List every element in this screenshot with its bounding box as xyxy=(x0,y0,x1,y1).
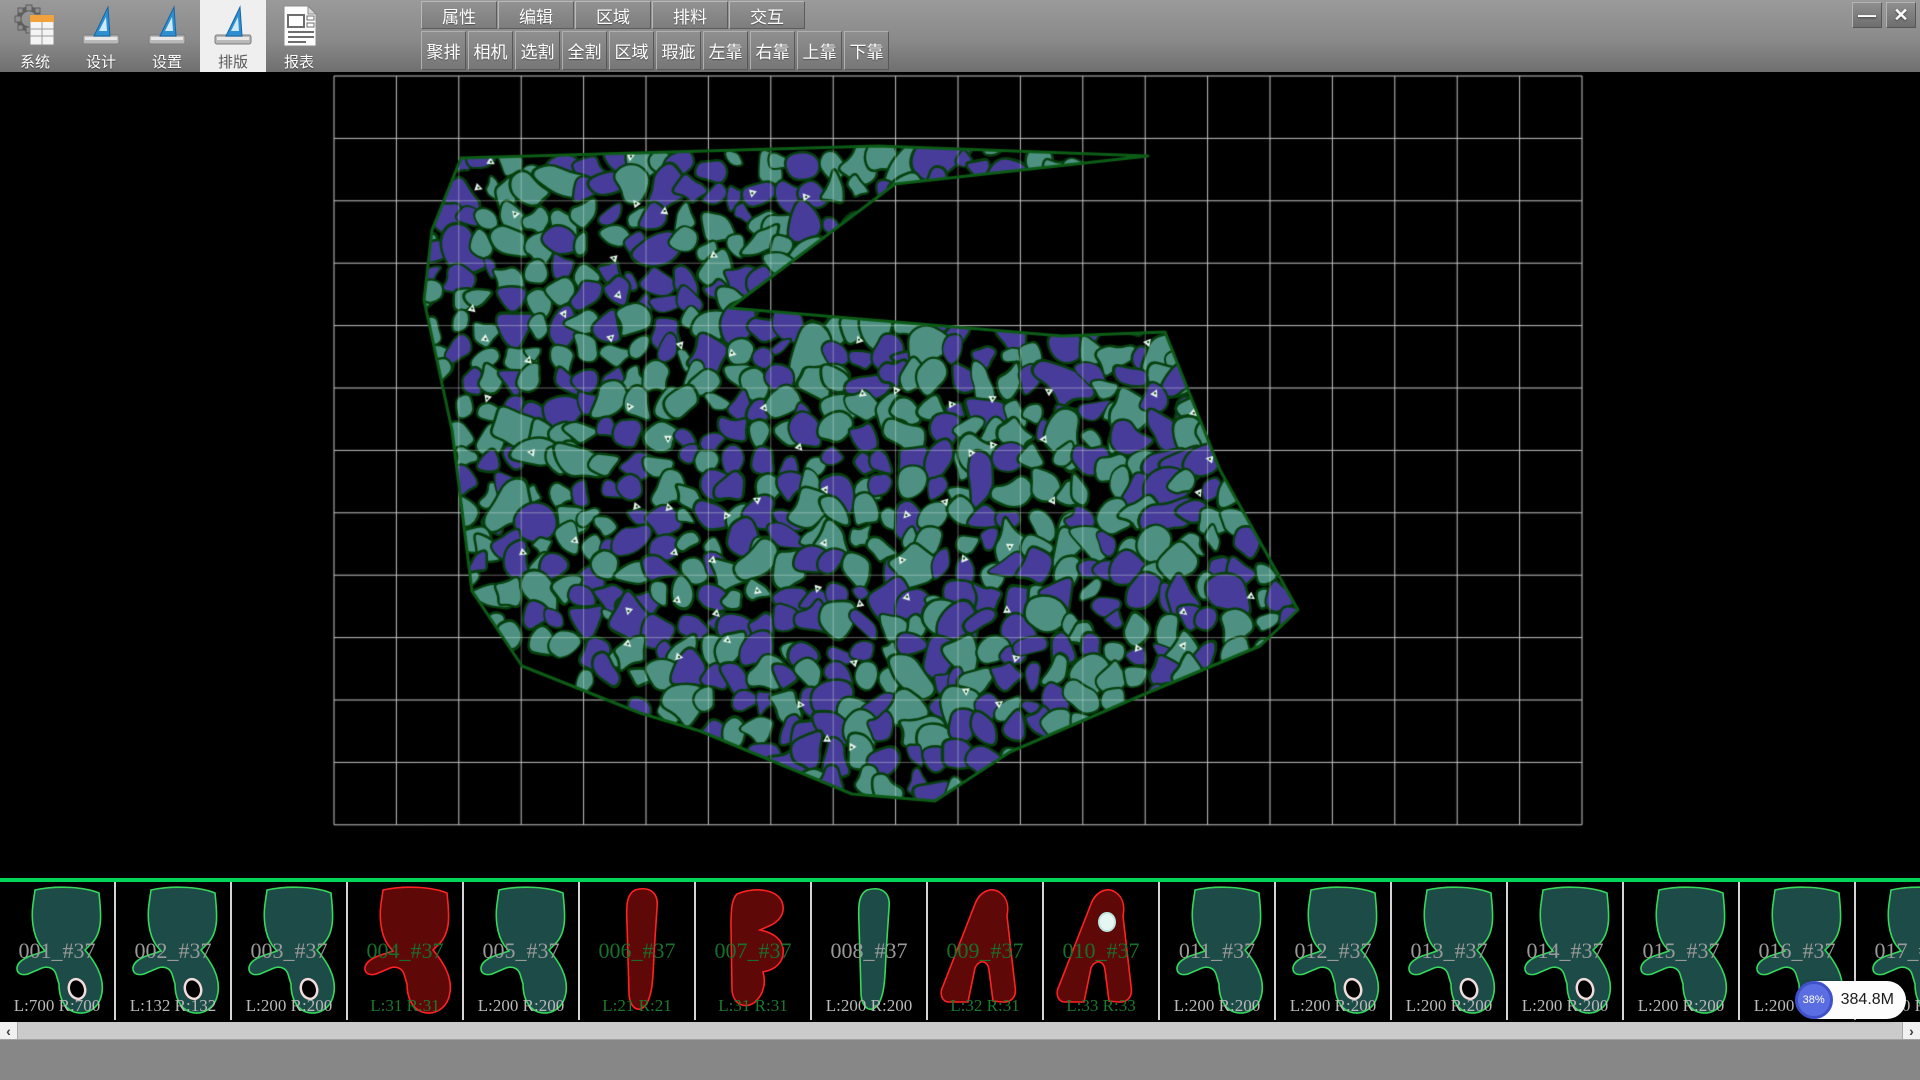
piece-lr-label: L:200 R:200 xyxy=(1392,996,1506,1016)
nesting-workspace[interactable] xyxy=(0,72,1920,878)
piece-lr-label: L:200 R:200 xyxy=(1160,996,1274,1016)
memory-percent-circle: 38% xyxy=(1795,981,1833,1019)
scroll-left-arrow-icon[interactable]: ‹ xyxy=(0,1022,18,1039)
gear-table-icon xyxy=(12,3,58,49)
piece-id-label: 003_#37 xyxy=(232,938,346,964)
mode-button-label: 系统 xyxy=(20,51,50,72)
minimize-button[interactable]: — xyxy=(1852,2,1882,28)
piece-thumbnail-001_#37[interactable]: 001_#37 L:700 R:700 xyxy=(0,882,116,1020)
nesting-canvas[interactable] xyxy=(0,72,1920,878)
piece-thumbnail-005_#37[interactable]: 005_#37 L:200 R:200 xyxy=(464,882,580,1020)
menu-item-区域[interactable]: 区域 xyxy=(575,1,651,29)
piece-id-label: 015_#37 xyxy=(1624,938,1738,964)
mode-button-label: 报表 xyxy=(284,51,314,72)
tool-button-右靠[interactable]: 右靠 xyxy=(750,31,795,70)
piece-id-label: 006_#37 xyxy=(580,938,694,964)
piece-id-label: 013_#37 xyxy=(1392,938,1506,964)
horizontal-scrollbar[interactable]: ‹ › xyxy=(0,1022,1920,1039)
status-bar xyxy=(0,1039,1920,1080)
mode-button-bar: 系统 设计 设置 排版 报表 xyxy=(2,0,332,72)
mode-button-报表[interactable]: 报表 xyxy=(266,0,332,72)
ruler-icon xyxy=(144,3,190,49)
application-window: { "window": { "minimize_glyph": "—", "cl… xyxy=(0,0,1920,1080)
piece-id-label: 001_#37 xyxy=(0,938,114,964)
ruler-icon xyxy=(78,3,124,49)
mode-button-系统[interactable]: 系统 xyxy=(2,0,68,72)
menu-item-编辑[interactable]: 编辑 xyxy=(498,1,574,29)
piece-id-label: 002_#37 xyxy=(116,938,230,964)
piece-thumbnail-009_#37[interactable]: 009_#37 L:32 R:31 xyxy=(928,882,1044,1020)
piece-lr-label: L:33 R:33 xyxy=(1044,996,1158,1016)
mode-button-排版[interactable]: 排版 xyxy=(200,0,266,72)
menu-bar: 属性编辑区域排料交互 xyxy=(421,1,806,30)
piece-thumbnail-003_#37[interactable]: 003_#37 L:200 R:200 xyxy=(232,882,348,1020)
mode-button-label: 设置 xyxy=(152,51,182,72)
piece-thumbnail-008_#37[interactable]: 008_#37 L:200 R:200 xyxy=(812,882,928,1020)
piece-lr-label: L:200 R:200 xyxy=(1624,996,1738,1016)
piece-thumbnail-013_#37[interactable]: 013_#37 L:200 R:200 xyxy=(1392,882,1508,1020)
scroll-right-arrow-icon[interactable]: › xyxy=(1902,1022,1920,1039)
piece-id-label: 014_#37 xyxy=(1508,938,1622,964)
tool-button-相机[interactable]: 相机 xyxy=(468,31,513,70)
piece-lr-label: L:200 R:200 xyxy=(464,996,578,1016)
piece-thumbnail-012_#37[interactable]: 012_#37 L:200 R:200 xyxy=(1276,882,1392,1020)
piece-thumbnail-010_#37[interactable]: 010_#37 L:33 R:33 xyxy=(1044,882,1160,1020)
piece-id-label: 010_#37 xyxy=(1044,938,1158,964)
piece-id-label: 007_#37 xyxy=(696,938,810,964)
mode-button-label: 排版 xyxy=(218,51,248,72)
piece-thumbnail-004_#37[interactable]: 004_#37 L:31 R:31 xyxy=(348,882,464,1020)
piece-lr-label: L:32 R:31 xyxy=(928,996,1042,1016)
ruler-icon xyxy=(210,3,256,49)
mode-button-设计[interactable]: 设计 xyxy=(68,0,134,72)
piece-lr-label: L:200 R:200 xyxy=(1276,996,1390,1016)
window-controls: — ✕ xyxy=(1852,2,1916,28)
menu-item-交互[interactable]: 交互 xyxy=(729,1,805,29)
piece-id-label: 012_#37 xyxy=(1276,938,1390,964)
piece-id-label: 004_#37 xyxy=(348,938,462,964)
piece-thumbnail-strip: 001_#37L:700 R:700002_#37L:132 R:132003_… xyxy=(0,878,1920,1022)
piece-thumbnail-007_#37[interactable]: 007_#37 L:31 R:31 xyxy=(696,882,812,1020)
mode-button-label: 设计 xyxy=(86,51,116,72)
piece-lr-label: L:132 R:132 xyxy=(116,996,230,1016)
piece-lr-label: L:700 R:700 xyxy=(0,996,114,1016)
piece-id-label: 017_#37 xyxy=(1856,938,1920,964)
piece-lr-label: L:21 R:21 xyxy=(580,996,694,1016)
piece-id-label: 016_#37 xyxy=(1740,938,1854,964)
piece-thumbnail-011_#37[interactable]: 011_#37 L:200 R:200 xyxy=(1160,882,1276,1020)
piece-thumbnail-015_#37[interactable]: 015_#37 L:200 R:200 xyxy=(1624,882,1740,1020)
tool-button-左靠[interactable]: 左靠 xyxy=(703,31,748,70)
piece-thumbnail-002_#37[interactable]: 002_#37 L:132 R:132 xyxy=(116,882,232,1020)
tool-button-区域[interactable]: 区域 xyxy=(609,31,654,70)
tool-button-瑕疵[interactable]: 瑕疵 xyxy=(656,31,701,70)
piece-id-label: 011_#37 xyxy=(1160,938,1274,964)
mode-button-设置[interactable]: 设置 xyxy=(134,0,200,72)
tool-button-聚排[interactable]: 聚排 xyxy=(421,31,466,70)
memory-amount-label: 384.8M xyxy=(1841,991,1894,1009)
piece-lr-label: L:200 R:200 xyxy=(232,996,346,1016)
piece-lr-label: L:200 R:200 xyxy=(1508,996,1622,1016)
piece-lr-label: L:31 R:31 xyxy=(696,996,810,1016)
menu-item-属性[interactable]: 属性 xyxy=(421,1,497,29)
report-icon xyxy=(276,3,322,49)
piece-thumbnail-006_#37[interactable]: 006_#37 L:21 R:21 xyxy=(580,882,696,1020)
menu-item-排料[interactable]: 排料 xyxy=(652,1,728,29)
piece-id-label: 005_#37 xyxy=(464,938,578,964)
tool-button-全割[interactable]: 全割 xyxy=(562,31,607,70)
tool-button-选割[interactable]: 选割 xyxy=(515,31,560,70)
piece-lr-label: L:200 R:200 xyxy=(812,996,926,1016)
piece-lr-label: L:31 R:31 xyxy=(348,996,462,1016)
tool-button-下靠[interactable]: 下靠 xyxy=(844,31,889,70)
piece-id-label: 008_#37 xyxy=(812,938,926,964)
close-button[interactable]: ✕ xyxy=(1886,2,1916,28)
piece-thumbnail-014_#37[interactable]: 014_#37 L:200 R:200 xyxy=(1508,882,1624,1020)
tool-bar: 聚排相机选割全割区域瑕疵左靠右靠上靠下靠 xyxy=(421,31,891,71)
tool-button-上靠[interactable]: 上靠 xyxy=(797,31,842,70)
top-ribbon: 系统设计设置排版报表 属性编辑区域排料交互 聚排相机选割全割区域瑕疵左靠右靠上靠… xyxy=(0,0,1920,72)
piece-id-label: 009_#37 xyxy=(928,938,1042,964)
memory-usage-badge[interactable]: 38% 384.8M xyxy=(1796,981,1906,1019)
